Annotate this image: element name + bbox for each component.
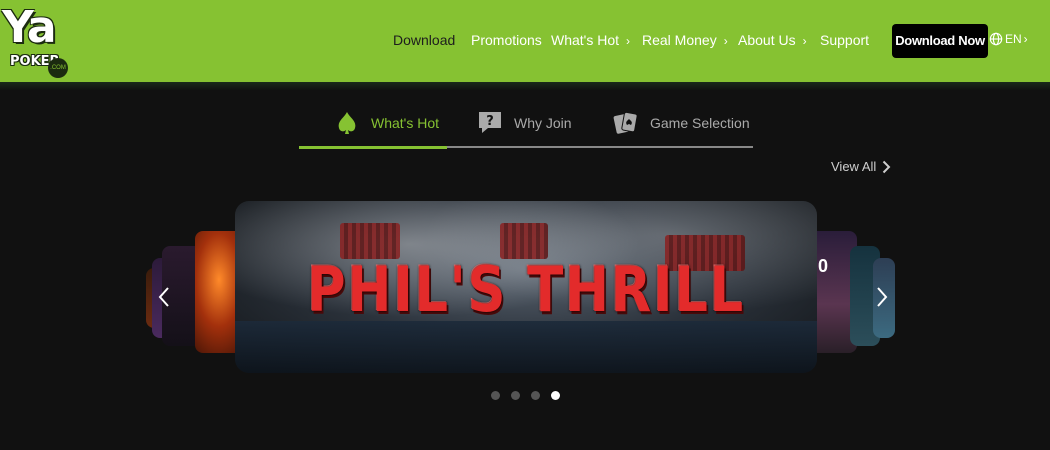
carousel-prev-arrow[interactable]: [158, 286, 170, 308]
featured-game-title: PHIL'S THRILL: [307, 253, 745, 326]
tab-why-join[interactable]: ? Why Join: [476, 110, 572, 136]
nav-whats-hot-label: What's Hot: [551, 32, 620, 48]
right-card-peek-text: 0: [818, 256, 829, 276]
chevron-right-icon: [883, 160, 891, 173]
tab-whats-hot[interactable]: What's Hot: [333, 110, 439, 136]
logo-ya: Ya: [2, 2, 56, 53]
view-all-label: View All: [831, 159, 877, 174]
carousel-dot-4[interactable]: [551, 391, 560, 400]
table-surface: [235, 321, 817, 373]
carousel-next-arrow[interactable]: [876, 286, 888, 308]
nav-promotions-label: Promotions: [471, 32, 542, 48]
download-now-button[interactable]: Download Now: [892, 24, 988, 58]
chevron-right-icon: ›: [1023, 32, 1028, 46]
logo-dotcom-badge: .COM: [48, 58, 68, 78]
spade-flame-icon: [338, 112, 356, 134]
chevron-right-icon: ›: [723, 34, 728, 48]
tab-game-selection-label: Game Selection: [650, 115, 750, 131]
nav-support[interactable]: Support: [820, 32, 869, 50]
nav-about-us-label: About Us: [738, 32, 796, 48]
featured-game-card[interactable]: PHIL'S THRILL: [235, 201, 817, 373]
cards-icon: [613, 111, 638, 134]
view-all-link[interactable]: View All: [831, 159, 891, 174]
nav-whats-hot[interactable]: What's Hot ›: [551, 32, 630, 50]
carousel-pagination: [491, 391, 560, 400]
svg-text:?: ?: [486, 114, 494, 129]
chevron-right-icon: ›: [802, 34, 807, 48]
question-bubble-icon: ?: [479, 112, 501, 133]
globe-icon: [989, 32, 1003, 46]
chevron-right-icon: ›: [626, 34, 631, 48]
active-tab-indicator: [299, 146, 447, 149]
nav-support-label: Support: [820, 32, 870, 48]
nav-real-money-label: Real Money: [642, 32, 717, 48]
nav-download[interactable]: Download: [393, 32, 455, 50]
tab-why-join-label: Why Join: [514, 115, 572, 131]
nav-download-label: Download: [393, 32, 456, 48]
nav-about-us[interactable]: About Us ›: [738, 32, 807, 50]
yapoker-logo[interactable]: Ya POKER .COM: [2, 2, 68, 78]
tab-whats-hot-label: What's Hot: [371, 115, 440, 131]
nav-promotions[interactable]: Promotions: [471, 32, 542, 50]
language-code: EN: [1005, 32, 1022, 46]
carousel-dot-3[interactable]: [531, 391, 540, 400]
carousel-dot-2[interactable]: [511, 391, 520, 400]
carousel-dot-1[interactable]: [491, 391, 500, 400]
tab-game-selection[interactable]: Game Selection: [612, 110, 750, 136]
header-shadow: [0, 82, 1050, 90]
language-selector[interactable]: EN ›: [989, 32, 1028, 46]
nav-real-money[interactable]: Real Money ›: [642, 32, 728, 50]
